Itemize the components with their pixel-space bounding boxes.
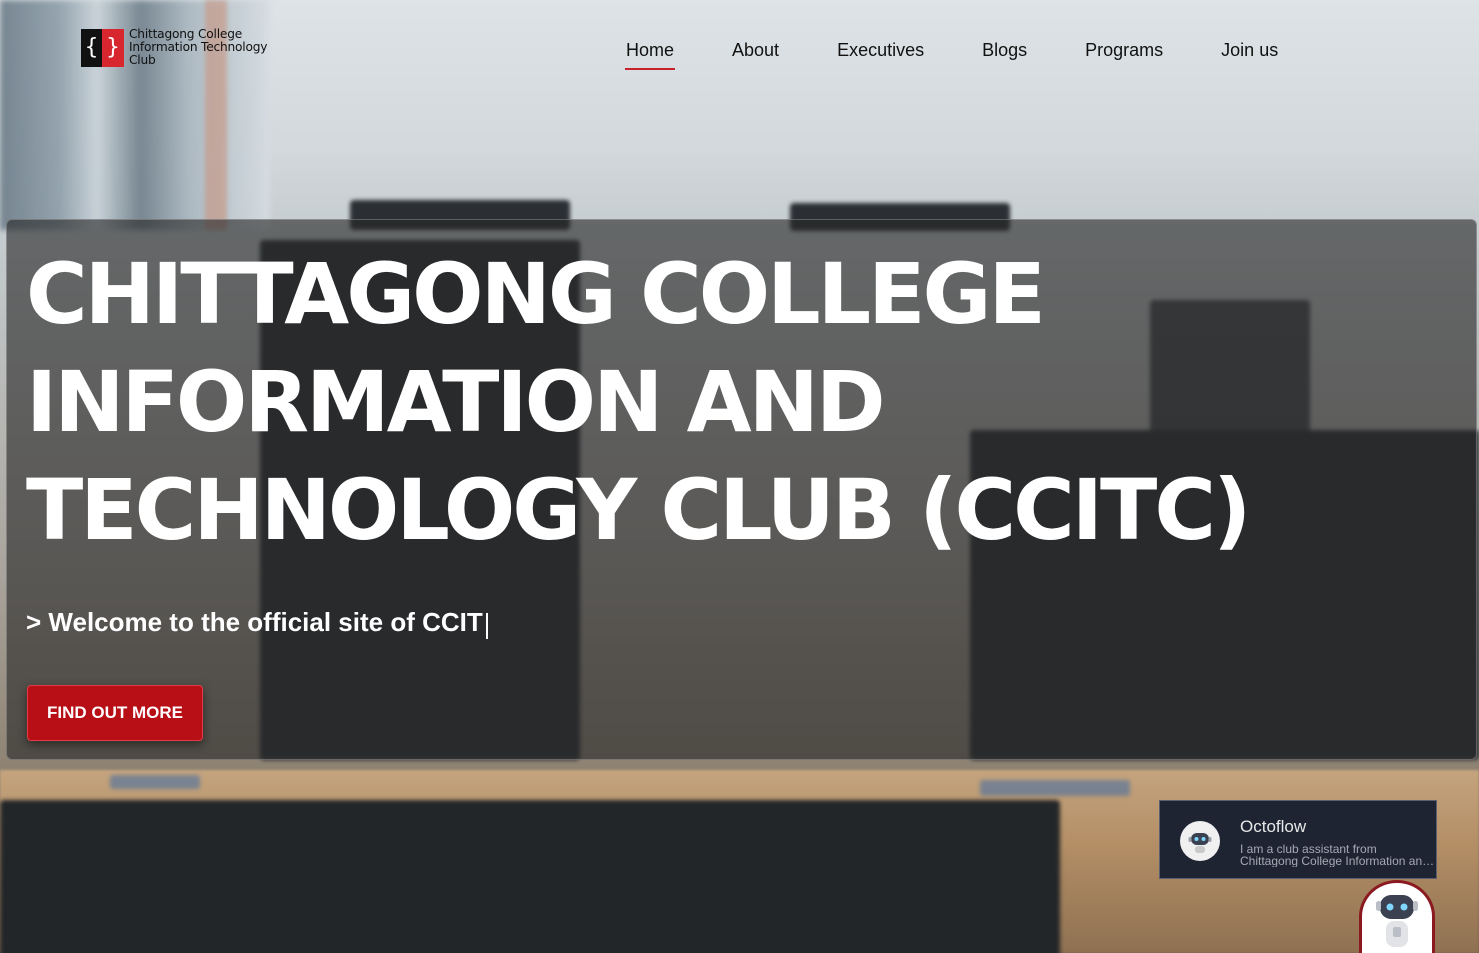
- robot-icon: [1188, 833, 1212, 853]
- chatbot-avatar: [1180, 821, 1220, 861]
- logo-brace-right: }: [102, 28, 124, 67]
- logo-brace-left: {: [81, 28, 102, 67]
- nav-item-blogs[interactable]: Blogs: [976, 40, 1033, 69]
- chatbot-message-line-2: Chittagong College Information and...: [1240, 855, 1436, 867]
- chatbot-popup[interactable]: Octoflow I am a club assistant from Chit…: [1159, 800, 1437, 879]
- nav-item-home[interactable]: Home: [620, 40, 680, 70]
- hero-card: CHITTAGONG COLLEGE INFORMATION AND TECHN…: [6, 219, 1477, 760]
- chatbot-name: Octoflow: [1240, 817, 1307, 836]
- nav-item-join-us[interactable]: Join us: [1215, 40, 1284, 69]
- hero-subtitle-text: > Welcome to the official site of CCIT: [26, 607, 483, 637]
- main-nav: Home About Executives Blogs Programs Joi…: [620, 40, 1330, 70]
- hero-title: CHITTAGONG COLLEGE INFORMATION AND TECHN…: [26, 245, 1251, 559]
- club-logo[interactable]: { } Chittagong College Information Techn…: [81, 28, 267, 67]
- site-header: { } Chittagong College Information Techn…: [0, 0, 1479, 110]
- chatbot-launcher-button[interactable]: [1359, 880, 1435, 953]
- robot-icon: [1376, 895, 1418, 947]
- find-out-more-button[interactable]: FIND OUT MORE: [27, 685, 203, 741]
- nav-item-programs[interactable]: Programs: [1079, 40, 1169, 69]
- chatbot-message: I am a club assistant from Chittagong Co…: [1240, 843, 1436, 867]
- typing-caret-icon: [485, 613, 488, 639]
- nav-item-about[interactable]: About: [726, 40, 785, 69]
- hero-subtitle: > Welcome to the official site of CCIT: [26, 607, 488, 639]
- logo-mark-icon: { }: [81, 28, 124, 67]
- chatbot-message-line-1: I am a club assistant from: [1240, 843, 1377, 855]
- logo-text: Chittagong College Information Technolog…: [129, 28, 267, 67]
- logo-line-3: Club: [129, 53, 156, 67]
- nav-item-executives[interactable]: Executives: [831, 40, 930, 69]
